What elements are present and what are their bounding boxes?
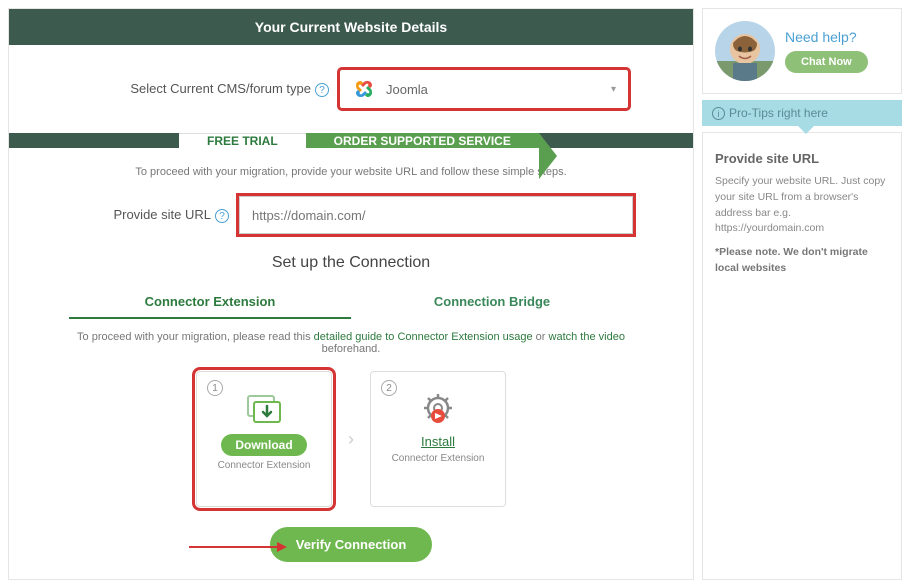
tips-title: Provide site URL [715,151,889,166]
tips-note: *Please note. We don't migrate local web… [715,245,889,277]
install-gear-icon [416,390,460,430]
joomla-icon [352,77,376,101]
guide-link[interactable]: detailed guide to Connector Extension us… [314,331,533,343]
arrow-annotation-icon [189,539,289,555]
step-badge: 1 [207,380,223,396]
install-link[interactable]: Install [421,434,455,449]
download-sub: Connector Extension [218,460,311,471]
verify-connection-button[interactable]: Verify Connection [270,527,433,562]
setup-title: Set up the Connection [69,254,633,272]
avatar [715,21,775,81]
cms-label: Select Current CMS/forum type? [29,81,329,97]
download-button[interactable]: Download [221,434,306,456]
step-badge: 2 [381,380,397,396]
subtab-connector-extension[interactable]: Connector Extension [69,286,351,319]
tab-order-service[interactable]: ORDER SUPPORTED SERVICE [306,133,539,148]
cms-dropdown[interactable]: Joomla ▾ [339,69,629,109]
main-panel: Your Current Website Details Select Curr… [8,8,694,580]
help-icon[interactable]: ? [215,209,229,223]
tab-free-trial[interactable]: FREE TRIAL [179,133,306,148]
help-icon[interactable]: ? [315,83,329,97]
video-link[interactable]: watch the video [549,331,625,343]
cms-value: Joomla [386,82,428,97]
info-icon: i [712,107,725,120]
tips-body: Provide site URL Specify your website UR… [702,132,902,580]
tips-text: Specify your website URL. Just copy your… [715,174,889,237]
download-folder-icon [242,390,286,430]
install-sub: Connector Extension [392,453,485,464]
help-title: Need help? [785,29,857,45]
arrow-separator-icon: › [348,429,354,450]
install-card: 2 Install Connector Extension [370,371,506,507]
url-label: Provide site URL? [69,207,229,223]
site-url-input[interactable] [239,196,633,234]
help-box: Need help? Chat Now [702,8,902,94]
subtab-connection-bridge[interactable]: Connection Bridge [351,286,633,319]
download-card: 1 Download Connector Extension [196,371,332,507]
panel-header: Your Current Website Details [9,9,693,45]
chevron-down-icon: ▾ [611,84,616,95]
chat-now-button[interactable]: Chat Now [785,51,868,73]
instruction2-text: To proceed with your migration, please r… [69,331,633,355]
tips-header: iPro-Tips right here [702,100,902,126]
